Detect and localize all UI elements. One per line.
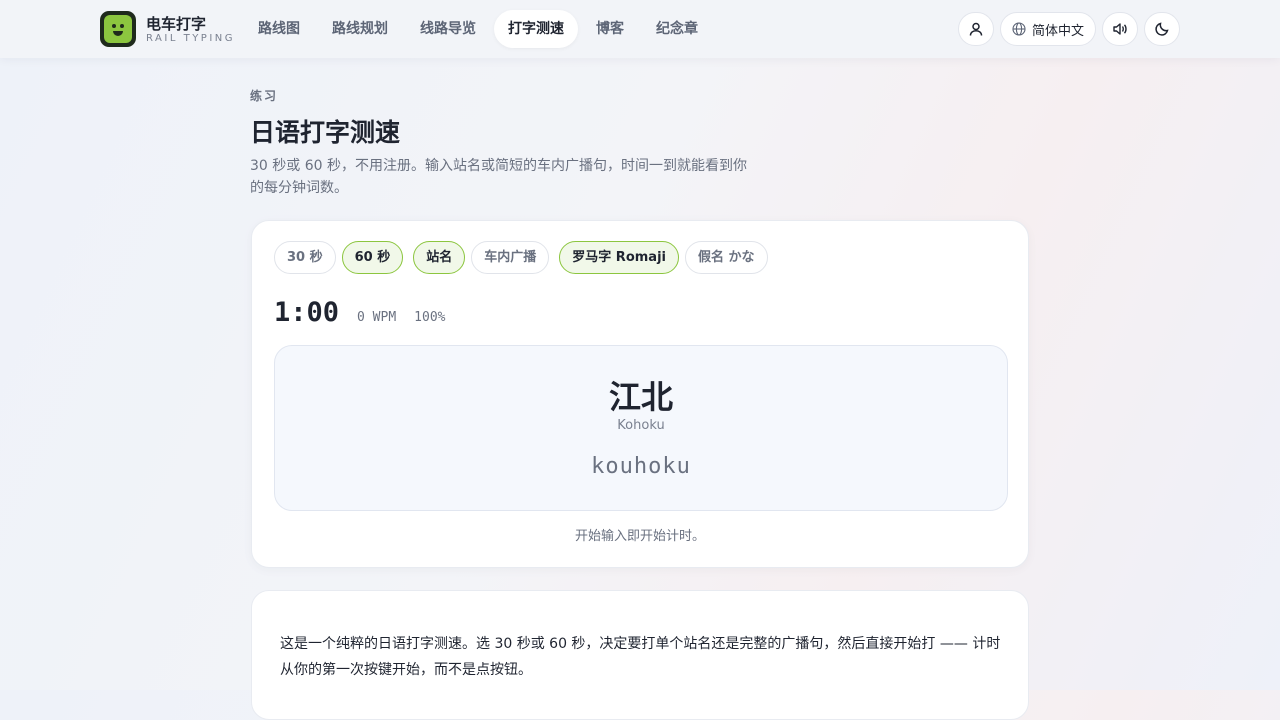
page-description: 30 秒或 60 秒，不用注册。输入站名或简短的车内广播句，时间一到就能看到你的… (250, 158, 747, 196)
sound-toggle-button[interactable] (1102, 12, 1138, 46)
moon-icon (1155, 22, 1169, 36)
nav-item-badges[interactable]: 纪念章 (642, 10, 712, 48)
accuracy-readout: 100% (414, 310, 446, 325)
test-options: 30 秒 60 秒 站名 车内广播 罗马字 Romaji 假名 かな (274, 241, 768, 274)
wpm-readout: 0 WPM (357, 310, 397, 325)
globe-icon (1012, 22, 1026, 36)
target-word-reading: Kohoku (617, 418, 665, 433)
speaker-icon (1113, 23, 1127, 35)
info-card: 这是一个纯粹的日语打字测速。选 30 秒或 60 秒，决定要打单个站名还是完整的… (251, 590, 1029, 720)
main-nav: 路线图 路线规划 线路导览 打字测速 博客 纪念章 (244, 10, 712, 48)
nav-item-route-planner[interactable]: 路线规划 (318, 10, 402, 48)
script-romaji-chip[interactable]: 罗马字 Romaji (559, 241, 679, 274)
account-button[interactable] (958, 12, 994, 46)
typing-area[interactable]: 江北 Kohoku kouhoku (274, 345, 1008, 511)
timer: 1:00 (274, 297, 340, 328)
theme-toggle-button[interactable] (1144, 12, 1180, 46)
nav-item-blog[interactable]: 博客 (582, 10, 638, 48)
typing-test-card: 30 秒 60 秒 站名 车内广播 罗马字 Romaji 假名 かな 1:00 … (251, 220, 1029, 568)
content-station-names-chip[interactable]: 站名 (413, 241, 466, 274)
info-text: 这是一个纯粹的日语打字测速。选 30 秒或 60 秒，决定要打单个站名还是完整的… (280, 636, 1001, 678)
script-kana-chip[interactable]: 假名 かな (684, 241, 768, 274)
duration-60s-chip[interactable]: 60 秒 (341, 241, 404, 274)
nav-item-typing-test[interactable]: 打字测速 (494, 10, 578, 48)
logo-mouth (113, 31, 123, 36)
language-label: 简体中文 (1031, 23, 1084, 39)
language-button[interactable]: 简体中文 (1000, 12, 1096, 46)
test-stats: 1:00 0 WPM 100% (274, 297, 445, 328)
logo-icon[interactable] (100, 11, 136, 47)
target-word-kanji: 江北 (608, 378, 673, 416)
duration-30s-chip[interactable]: 30 秒 (274, 241, 336, 274)
nav-item-line-guide[interactable]: 线路导览 (406, 10, 490, 48)
logo-eye-right (120, 24, 124, 28)
brand-subtitle: RAIL TYPING (146, 33, 236, 44)
section-eyebrow: 练习 (250, 89, 279, 103)
nav-item-route-map[interactable]: 路线图 (244, 10, 314, 48)
logo-face (104, 15, 132, 43)
logo-eye-left (112, 24, 116, 28)
start-hint: 开始输入即开始计时。 (574, 529, 705, 544)
content-announcements-chip[interactable]: 车内广播 (471, 241, 550, 274)
page-title: 日语打字测速 (250, 118, 401, 147)
target-word-romaji: kouhoku (591, 454, 691, 479)
user-icon (969, 22, 983, 36)
brand-title[interactable]: 电车打字 (146, 13, 206, 34)
top-header: 电车打字 RAIL TYPING 路线图 路线规划 线路导览 打字测速 博客 纪… (0, 0, 1280, 58)
